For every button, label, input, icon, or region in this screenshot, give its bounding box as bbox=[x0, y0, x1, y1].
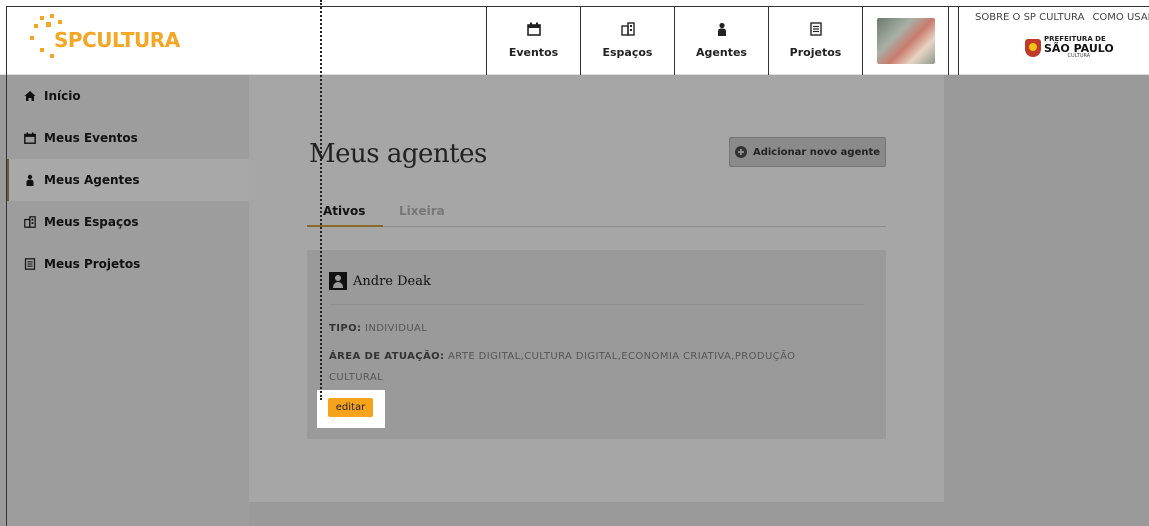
sidebar-item-espacos[interactable]: Meus Espaços bbox=[6, 201, 249, 243]
add-agent-button[interactable]: Adicionar novo agente bbox=[729, 137, 886, 167]
active-tab-indicator bbox=[307, 225, 383, 227]
link-como-usar[interactable]: COMO USAR bbox=[1092, 12, 1149, 23]
link-sobre[interactable]: SOBRE O SP CULTURA bbox=[975, 12, 1084, 23]
nav-label: Eventos bbox=[508, 46, 559, 59]
spcultura-logo[interactable]: SPCULTURA bbox=[30, 14, 190, 64]
agent-tabs: Ativos Lixeira bbox=[307, 199, 886, 227]
main-nav: Eventos Espaços Agentes Projetos bbox=[486, 6, 949, 75]
sidebar: Início Meus Eventos Meus Agentes Meus Es… bbox=[6, 75, 249, 526]
add-agent-label: Adicionar novo agente bbox=[752, 146, 881, 158]
main-content: Meus agentes Adicionar novo agente Ativo… bbox=[249, 75, 944, 502]
sidebar-item-label: Meus Espaços bbox=[44, 215, 139, 229]
agent-header[interactable]: Andre Deak bbox=[329, 272, 431, 290]
building-icon bbox=[24, 216, 36, 228]
building-icon bbox=[620, 22, 635, 36]
dotted-guide-line bbox=[320, 0, 322, 400]
agent-name[interactable]: Andre Deak bbox=[353, 274, 431, 289]
sidebar-item-label: Meus Eventos bbox=[44, 131, 138, 145]
logo-dot bbox=[34, 24, 38, 28]
sidebar-item-label: Meus Projetos bbox=[44, 257, 141, 271]
agent-area: ÁREA DE ATUAÇÃO: ARTE DIGITAL,CULTURA DI… bbox=[329, 346, 849, 388]
tab-lixeira[interactable]: Lixeira bbox=[399, 204, 445, 218]
nav-agentes[interactable]: Agentes bbox=[675, 6, 769, 75]
prefeitura-logo[interactable]: PREFEITURA DE SÃO PAULO CULTURA bbox=[1025, 36, 1114, 59]
avatar bbox=[876, 17, 935, 64]
logo-dot bbox=[50, 54, 54, 58]
logo-dot bbox=[50, 14, 54, 18]
frame-line bbox=[6, 6, 1149, 7]
home-icon bbox=[24, 91, 36, 101]
agent-tipo: TIPO: INDIVIDUAL bbox=[329, 323, 427, 334]
page-title: Meus agentes bbox=[309, 139, 487, 169]
logo-dot bbox=[46, 22, 51, 27]
calendar-icon bbox=[24, 132, 36, 144]
edit-button[interactable]: editar bbox=[328, 398, 373, 417]
nav-label: Agentes bbox=[696, 46, 747, 59]
sidebar-item-eventos[interactable]: Meus Eventos bbox=[6, 117, 249, 159]
calendar-icon bbox=[526, 22, 541, 36]
nav-label: Espaços bbox=[602, 46, 653, 59]
document-icon bbox=[24, 258, 36, 270]
header-right: SOBRE O SP CULTURA COMO USAR PREFEITURA D… bbox=[958, 6, 1149, 75]
card-divider bbox=[329, 304, 864, 305]
user-avatar-button[interactable] bbox=[863, 6, 949, 75]
logo-dot bbox=[40, 48, 44, 52]
prefeitura-seal-icon bbox=[1025, 38, 1041, 57]
sidebar-item-label: Meus Agentes bbox=[44, 173, 140, 187]
sidebar-item-label: Início bbox=[44, 89, 81, 103]
area-label: ÁREA DE ATUAÇÃO: bbox=[329, 351, 445, 362]
tipo-value: INDIVIDUAL bbox=[364, 323, 428, 334]
edit-highlight: editar bbox=[317, 390, 385, 428]
top-header: SPCULTURA Eventos Espaços Agentes Projet… bbox=[0, 0, 1149, 75]
nav-label: Projetos bbox=[789, 46, 842, 59]
tipo-label: TIPO: bbox=[329, 323, 362, 334]
person-icon bbox=[717, 22, 726, 36]
sidebar-item-projetos[interactable]: Meus Projetos bbox=[6, 243, 249, 285]
logo-dot bbox=[30, 36, 34, 40]
nav-projetos[interactable]: Projetos bbox=[769, 6, 863, 75]
logo-dot bbox=[58, 20, 62, 24]
sidebar-item-inicio[interactable]: Início bbox=[6, 75, 249, 117]
person-icon bbox=[26, 174, 34, 186]
sidebar-item-agentes[interactable]: Meus Agentes bbox=[6, 159, 249, 201]
logo-dot bbox=[40, 16, 44, 20]
agent-card: Andre Deak TIPO: INDIVIDUAL ÁREA DE ATUA… bbox=[307, 250, 886, 439]
nav-espacos[interactable]: Espaços bbox=[581, 6, 675, 75]
plus-circle-icon bbox=[734, 146, 747, 158]
nav-eventos[interactable]: Eventos bbox=[487, 6, 581, 75]
frame-line bbox=[6, 6, 7, 526]
prefeitura-text: PREFEITURA DE SÃO PAULO CULTURA bbox=[1044, 36, 1114, 59]
tab-ativos[interactable]: Ativos bbox=[323, 204, 365, 218]
agent-avatar-icon bbox=[329, 272, 347, 290]
logo-text: SPCULTURA bbox=[54, 28, 180, 52]
top-links: SOBRE O SP CULTURA COMO USAR bbox=[975, 12, 1149, 23]
document-icon bbox=[809, 22, 822, 36]
